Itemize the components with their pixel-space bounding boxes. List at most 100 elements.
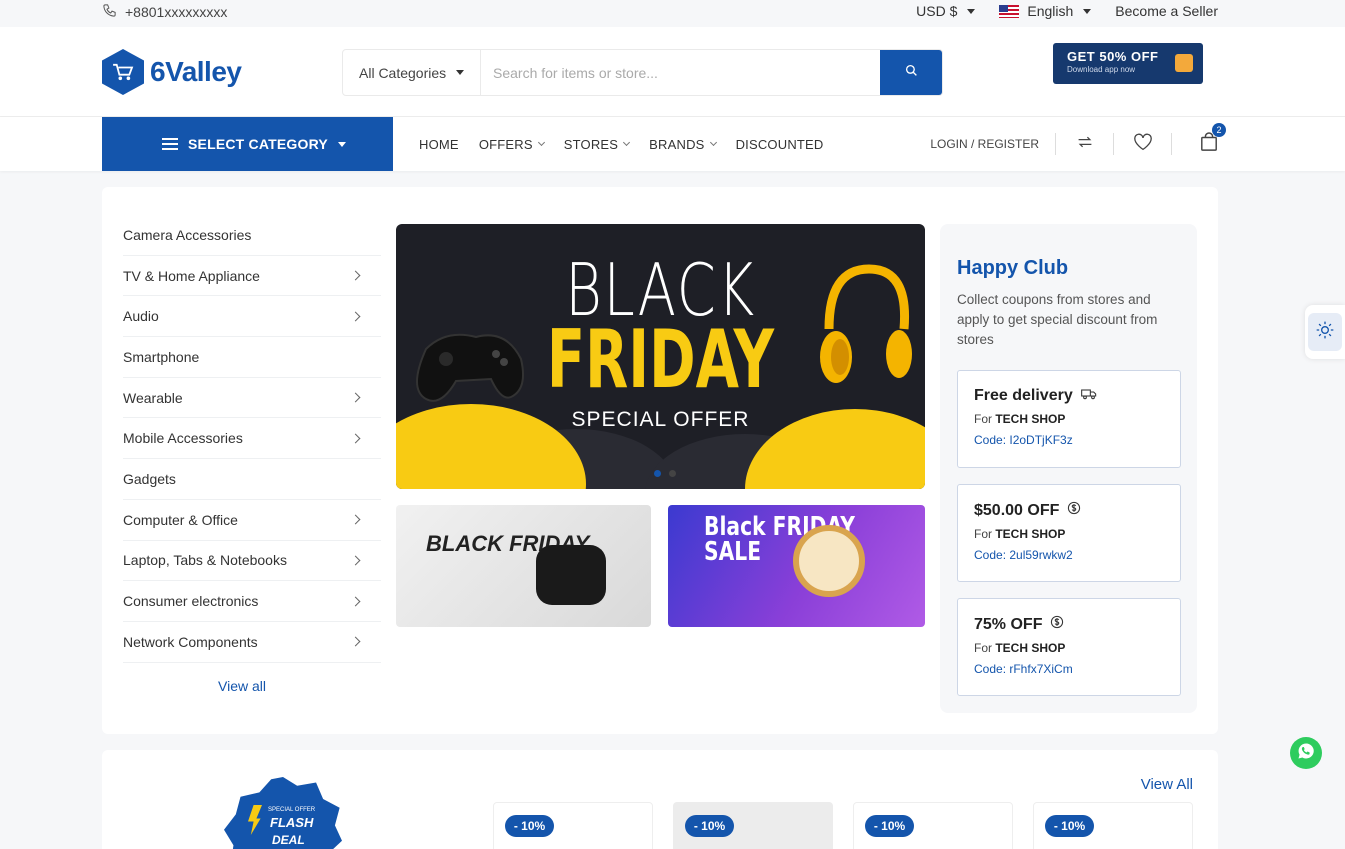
whatsapp-chat-button[interactable]: [1290, 737, 1322, 769]
caret-down-icon: [1083, 8, 1092, 14]
heart-icon: [1133, 133, 1153, 156]
category-item-label: Wearable: [123, 389, 183, 406]
category-item[interactable]: Gadgets: [123, 459, 381, 500]
category-item[interactable]: Computer & Office: [123, 500, 381, 541]
hero-line2: FRIDAY: [546, 313, 775, 406]
sun-icon: [1315, 320, 1335, 345]
category-item-label: Smartphone: [123, 348, 200, 365]
product-card[interactable]: - 10%: [673, 802, 833, 849]
coupon-code[interactable]: Code: rFhfx7XiCm: [974, 662, 1180, 676]
category-item-label: Mobile Accessories: [123, 430, 243, 447]
flash-deal-section: SPECIAL OFFER FLASH DEAL View All - 10% …: [102, 750, 1218, 849]
nav-item-label: BRANDS: [649, 136, 705, 152]
nav-item-discounted[interactable]: DISCOUNTED: [736, 137, 824, 152]
coupon-title: $50.00 OFF: [974, 501, 1060, 519]
category-item[interactable]: TV & Home Appliance: [123, 256, 381, 297]
category-item[interactable]: Laptop, Tabs & Notebooks: [123, 541, 381, 582]
flash-deal-badge: SPECIAL OFFER FLASH DEAL: [224, 777, 342, 849]
theme-settings-toggle[interactable]: [1305, 305, 1345, 359]
category-item[interactable]: Smartphone: [123, 337, 381, 378]
category-item[interactable]: Consumer electronics: [123, 581, 381, 622]
category-item-label: Computer & Office: [123, 511, 238, 528]
caret-down-icon: [337, 141, 346, 147]
coupon-code[interactable]: Code: I2oDTjKF3z: [974, 433, 1180, 447]
earbuds-image: [536, 545, 606, 605]
phone-contact[interactable]: +8801xxxxxxxxx: [102, 3, 227, 21]
happy-club-title: Happy Club: [957, 257, 1069, 279]
carousel-dot[interactable]: [654, 470, 661, 477]
chevron-right-icon: [350, 270, 361, 281]
currency-label: USD $: [916, 3, 958, 19]
discount-badge: - 10%: [505, 815, 554, 837]
category-item[interactable]: Camera Accessories: [123, 215, 381, 256]
search-category-select[interactable]: All Categories: [343, 50, 481, 95]
chevron-right-icon: [350, 514, 361, 525]
coupon-card[interactable]: Free delivery For TECH SHOP Code: I2oDTj…: [957, 370, 1181, 468]
search-category-label: All Categories: [359, 64, 447, 81]
search-input[interactable]: [481, 50, 880, 95]
select-category-label: SELECT CATEGORY: [188, 136, 328, 152]
carousel-dot[interactable]: [669, 470, 676, 477]
nav-item-offers[interactable]: OFFERS: [479, 137, 545, 152]
coupon-card[interactable]: 75% OFF For TECH SHOP Code: rFhfx7XiCm: [957, 598, 1181, 696]
wishlist-button[interactable]: [1114, 133, 1172, 155]
coupon-store: TECH SHOP: [995, 412, 1066, 426]
chevron-right-icon: [350, 555, 361, 566]
nav-item-label: STORES: [563, 136, 619, 152]
category-item[interactable]: Wearable: [123, 378, 381, 419]
caret-down-icon: [967, 8, 976, 14]
header: 6Valley All Categories GET 50% OFF Downl…: [0, 27, 1345, 117]
theme-settings-inner: [1308, 313, 1342, 351]
hero-carousel-slide[interactable]: BLACK FRIDAY SPECIAL OFFER: [396, 224, 925, 489]
watch-image: [793, 525, 865, 597]
promo-banner-watch[interactable]: Black FRIDAY SALE: [668, 505, 925, 627]
product-card[interactable]: - 10%: [853, 802, 1013, 849]
coupon-card[interactable]: $50.00 OFF For TECH SHOP Code: 2ul59rwkw…: [957, 484, 1181, 582]
language-dropdown[interactable]: English: [999, 3, 1092, 19]
search-icon: [905, 64, 918, 82]
chevron-right-icon: [350, 596, 361, 606]
category-item[interactable]: Audio: [123, 296, 381, 338]
coupon-code[interactable]: Code: 2ul59rwkw2: [974, 548, 1180, 562]
top-bar: +8801xxxxxxxxx USD $ English Become a Se…: [0, 0, 1345, 27]
logo[interactable]: 6Valley: [102, 49, 242, 95]
dollar-circle-icon: [1050, 615, 1064, 634]
compare-button[interactable]: [1056, 133, 1114, 155]
happy-club-description: Collect coupons from stores and apply to…: [957, 292, 1158, 347]
cart-button[interactable]: 2: [1172, 122, 1226, 155]
phone-number: +8801xxxxxxxxx: [125, 4, 228, 20]
select-category-button[interactable]: SELECT CATEGORY: [102, 117, 393, 171]
discount-badge: - 10%: [1045, 815, 1094, 837]
chevron-right-icon: [350, 636, 361, 647]
cart-logo-icon: [102, 49, 144, 95]
nav-item-stores[interactable]: STORES: [563, 136, 631, 152]
nav-item-brands[interactable]: BRANDS: [649, 136, 717, 152]
carousel-dots: [654, 470, 676, 477]
chevron-right-icon: [350, 311, 361, 322]
category-item[interactable]: Mobile Accessories: [123, 418, 381, 460]
categories-view-all-link[interactable]: View all: [123, 678, 361, 694]
category-item[interactable]: Network Components: [123, 622, 381, 663]
login-register-link[interactable]: LOGIN / REGISTER: [930, 133, 1056, 155]
chevron-down-icon: [623, 138, 631, 147]
nav-item-label: HOME: [419, 136, 459, 152]
search-button[interactable]: [880, 50, 942, 95]
coupon-title: 75% OFF: [974, 615, 1043, 633]
flash-badge-line2: FLASH: [270, 815, 314, 830]
hero-line3: SPECIAL OFFER: [571, 408, 750, 431]
search-bar: All Categories: [342, 49, 943, 96]
flash-deal-view-all-link[interactable]: View All: [1141, 776, 1193, 793]
category-item-label: Gadgets: [123, 470, 176, 487]
currency-dropdown[interactable]: USD $: [916, 3, 976, 19]
shopping-bag-icon: [1175, 54, 1193, 72]
coupon-for-label: For: [974, 412, 992, 426]
hero-section: Camera Accessories TV & Home Appliance Aud…: [102, 187, 1218, 734]
become-seller-link[interactable]: Become a Seller: [1115, 3, 1218, 19]
app-promo-banner[interactable]: GET 50% OFF Download app now: [1053, 43, 1203, 84]
product-card[interactable]: - 10%: [1033, 802, 1193, 849]
nav-item-home[interactable]: HOME: [419, 137, 459, 152]
whatsapp-icon: [1297, 742, 1315, 765]
promo-banner-earbuds[interactable]: BLACK FRIDAY: [396, 505, 651, 627]
coupon-title: Free delivery: [974, 387, 1073, 404]
product-card[interactable]: - 10%: [493, 802, 653, 849]
